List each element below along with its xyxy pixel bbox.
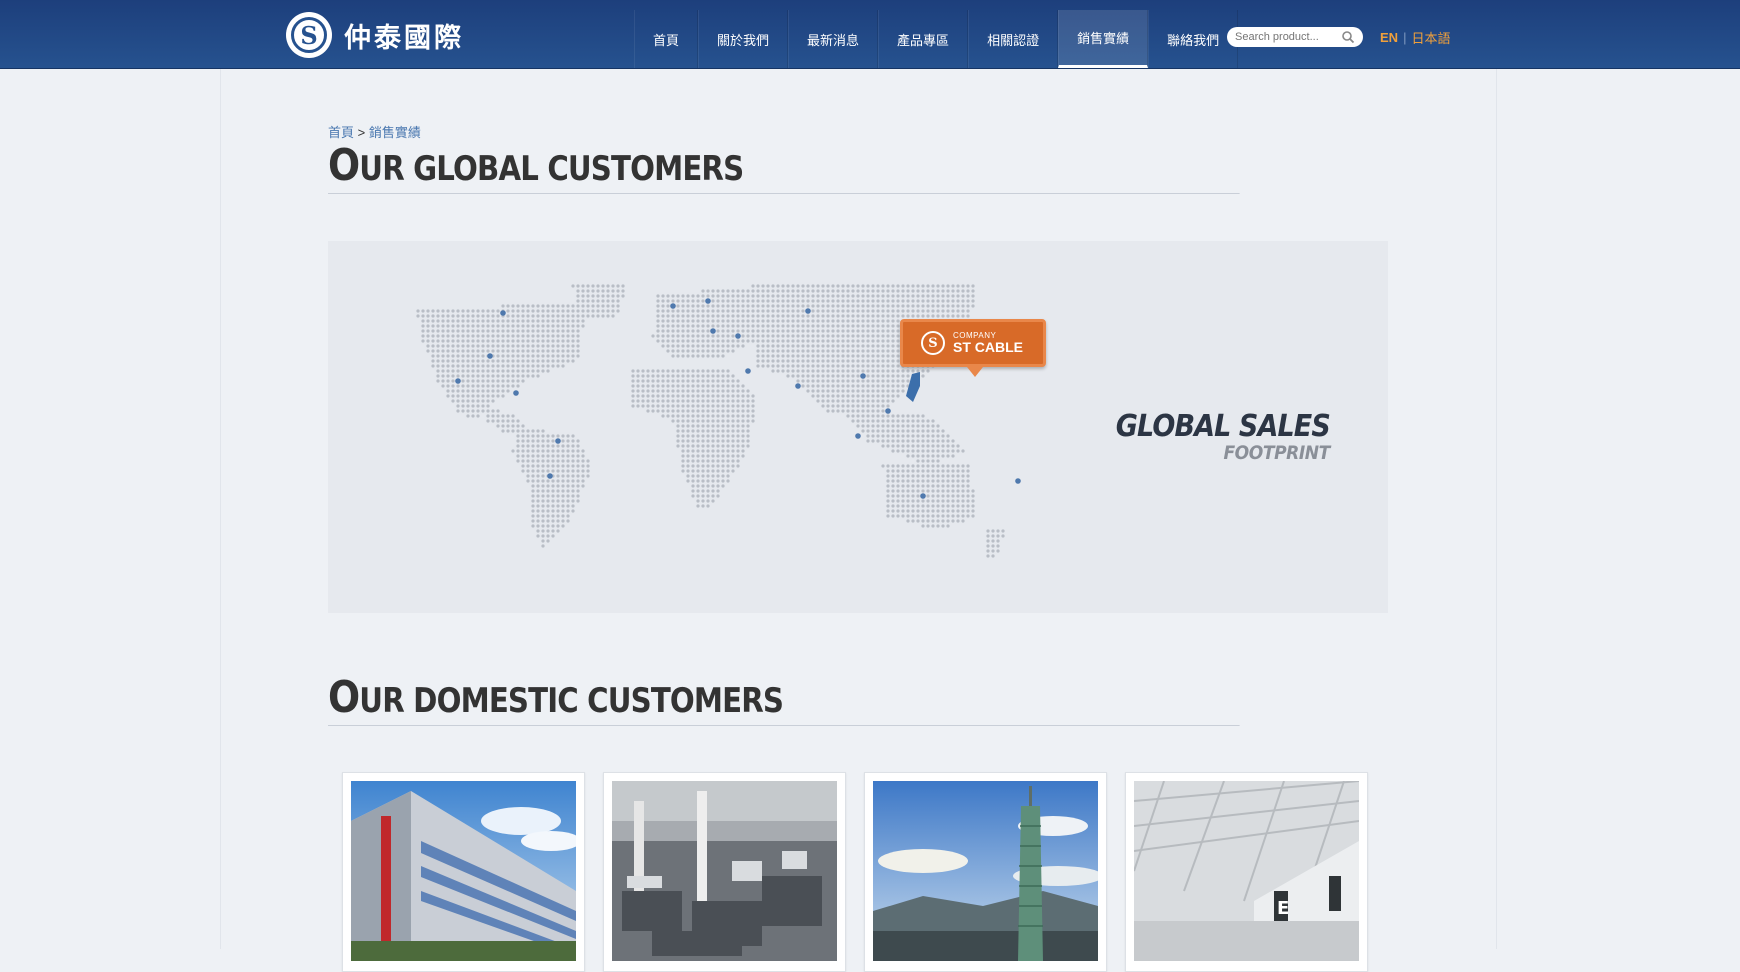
breadcrumb-separator: > — [354, 125, 369, 140]
company-map-pin: S COMPANY ST CABLE — [900, 319, 1046, 377]
company-pin-logo-icon: S — [921, 331, 945, 355]
logo-text: 仲泰國際 — [344, 22, 464, 54]
breadcrumb-home[interactable]: 首頁 — [328, 125, 354, 140]
main-nav: 首頁 關於我們 最新消息 產品專區 相關認證 銷售實績 聯絡我們 — [634, 10, 1239, 68]
site-logo[interactable]: S 仲泰國際 — [286, 11, 464, 59]
customer-card[interactable] — [864, 772, 1107, 972]
nav-products[interactable]: 產品專區 — [878, 10, 969, 68]
lang-jp-link[interactable]: 日本語 — [1411, 28, 1450, 47]
top-navigation-bar: S 仲泰國際 首頁 關於我們 最新消息 產品專區 相關認證 銷售實績 聯絡我們 … — [0, 0, 1740, 69]
office-building-photo — [351, 781, 576, 961]
nav-news[interactable]: 最新消息 — [788, 10, 879, 68]
svg-text:E: E — [1277, 898, 1289, 919]
breadcrumb-current[interactable]: 銷售實績 — [369, 125, 421, 140]
customer-card[interactable]: E — [1125, 772, 1368, 972]
global-sales-heading: GLOBAL SALES FOOTPRINT — [1092, 409, 1331, 464]
nav-about[interactable]: 關於我們 — [698, 10, 789, 68]
breadcrumb: 首頁 > 銷售實績 — [328, 122, 421, 141]
nav-sales-record[interactable]: 銷售實績 — [1058, 10, 1149, 68]
customer-card[interactable] — [603, 772, 846, 972]
footprint-line: FOOTPRINT — [1223, 442, 1331, 464]
nav-certifications[interactable]: 相關認證 — [968, 10, 1059, 68]
customer-gallery: E — [342, 772, 1368, 972]
logo-emblem: S — [286, 12, 332, 58]
pin-label-company: ST CABLE — [953, 339, 1023, 355]
search-box — [1227, 27, 1363, 47]
lang-en-link[interactable]: EN — [1380, 30, 1398, 45]
customer-card[interactable] — [342, 772, 585, 972]
search-icon[interactable] — [1341, 30, 1355, 44]
domestic-customers-title: OUR DOMESTIC CUSTOMERS — [328, 672, 1240, 726]
global-sales-line: GLOBAL SALES — [1115, 409, 1331, 444]
taipei-101-photo — [873, 781, 1098, 961]
power-plant-photo — [612, 781, 837, 961]
lang-separator: | — [1403, 30, 1407, 45]
airport-terminal-photo: E — [1134, 781, 1359, 961]
global-customers-title: OUR GLOBAL CUSTOMERS — [328, 140, 1240, 194]
nav-contact[interactable]: 聯絡我們 — [1148, 10, 1239, 68]
nav-home[interactable]: 首頁 — [634, 10, 699, 68]
search-input[interactable] — [1235, 31, 1340, 43]
world-map-panel: S COMPANY ST CABLE GLOBAL SALES FOOTPRIN… — [328, 241, 1388, 613]
language-switcher: EN | 日本語 — [1380, 28, 1450, 47]
